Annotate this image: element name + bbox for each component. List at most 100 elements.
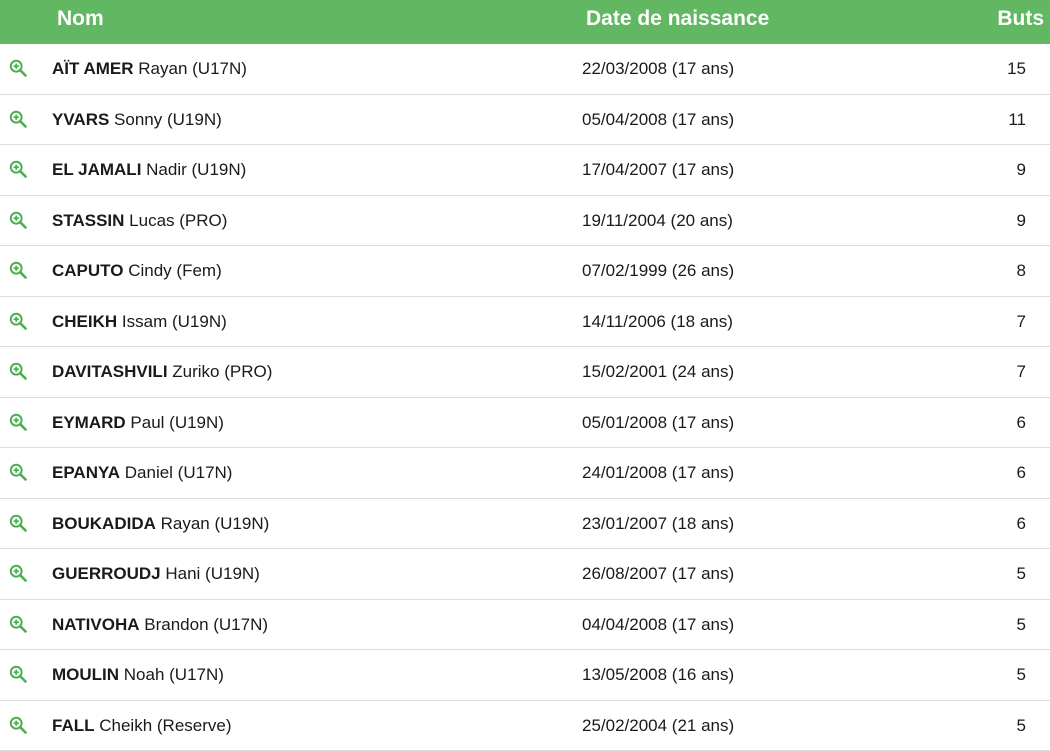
player-name: CHEIKH Issam (U19N) [52,312,227,332]
player-last-name: EPANYA [52,463,120,482]
player-name: NATIVOHA Brandon (U17N) [52,615,268,635]
player-last-name: MOULIN [52,665,119,684]
player-birthdate: 24/01/2008 (17 ans) [582,463,734,483]
player-goals: 7 [1017,312,1026,332]
player-last-name: EYMARD [52,413,126,432]
table-row: CAPUTO Cindy (Fem) 07/02/1999 (26 ans) 8 [0,246,1050,297]
player-goals: 5 [1017,716,1026,736]
zoom-in-icon[interactable] [9,211,27,229]
player-first-name-team: Sonny (U19N) [114,110,222,129]
player-birthdate: 14/11/2006 (18 ans) [582,312,733,332]
player-birthdate: 26/08/2007 (17 ans) [582,564,734,584]
player-first-name-team: Rayan (U19N) [161,514,270,533]
player-goals: 5 [1017,665,1026,685]
player-name: DAVITASHVILI Zuriko (PRO) [52,362,272,382]
player-first-name-team: Cindy (Fem) [128,261,222,280]
player-name: EPANYA Daniel (U17N) [52,463,232,483]
table-row: YVARS Sonny (U19N) 05/04/2008 (17 ans) 1… [0,95,1050,146]
table-row: AÏT AMER Rayan (U17N) 22/03/2008 (17 ans… [0,44,1050,95]
zoom-in-icon[interactable] [9,261,27,279]
zoom-in-icon[interactable] [9,716,27,734]
player-last-name: EL JAMALI [52,160,141,179]
zoom-in-icon[interactable] [9,413,27,431]
zoom-in-icon[interactable] [9,514,27,532]
player-last-name: CHEIKH [52,312,117,331]
player-birthdate: 07/02/1999 (26 ans) [582,261,734,281]
table-row: STASSIN Lucas (PRO) 19/11/2004 (20 ans) … [0,196,1050,247]
zoom-in-icon[interactable] [9,615,27,633]
player-name: CAPUTO Cindy (Fem) [52,261,222,281]
zoom-in-icon[interactable] [9,312,27,330]
player-last-name: AÏT AMER [52,59,134,78]
scorers-table: Nom Date de naissance Buts AÏT AMER Raya… [0,0,1050,751]
zoom-in-icon[interactable] [9,463,27,481]
player-name: STASSIN Lucas (PRO) [52,211,227,231]
player-first-name-team: Rayan (U17N) [138,59,247,78]
player-last-name: BOUKADIDA [52,514,156,533]
player-first-name-team: Lucas (PRO) [129,211,227,230]
player-first-name-team: Cheikh (Reserve) [99,716,231,735]
zoom-in-icon[interactable] [9,564,27,582]
zoom-in-icon[interactable] [9,110,27,128]
player-last-name: STASSIN [52,211,124,230]
table-row: EL JAMALI Nadir (U19N) 17/04/2007 (17 an… [0,145,1050,196]
player-name: GUERROUDJ Hani (U19N) [52,564,260,584]
table-row: NATIVOHA Brandon (U17N) 04/04/2008 (17 a… [0,600,1050,651]
player-name: FALL Cheikh (Reserve) [52,716,232,736]
zoom-in-icon[interactable] [9,665,27,683]
player-birthdate: 23/01/2007 (18 ans) [582,514,734,534]
player-goals: 15 [1007,59,1026,79]
player-first-name-team: Nadir (U19N) [146,160,246,179]
player-goals: 8 [1017,261,1026,281]
table-row: EYMARD Paul (U19N) 05/01/2008 (17 ans) 6 [0,398,1050,449]
player-last-name: GUERROUDJ [52,564,161,583]
player-name: MOULIN Noah (U17N) [52,665,224,685]
player-birthdate: 04/04/2008 (17 ans) [582,615,734,635]
player-first-name-team: Issam (U19N) [122,312,227,331]
player-birthdate: 19/11/2004 (20 ans) [582,211,733,231]
player-goals: 5 [1017,564,1026,584]
player-birthdate: 17/04/2007 (17 ans) [582,160,734,180]
player-birthdate: 13/05/2008 (16 ans) [582,665,734,685]
player-name: BOUKADIDA Rayan (U19N) [52,514,269,534]
player-first-name-team: Brandon (U17N) [144,615,268,634]
player-birthdate: 05/04/2008 (17 ans) [582,110,734,130]
table-header: Nom Date de naissance Buts [0,0,1050,44]
table-row: DAVITASHVILI Zuriko (PRO) 15/02/2001 (24… [0,347,1050,398]
player-last-name: FALL [52,716,95,735]
table-body: AÏT AMER Rayan (U17N) 22/03/2008 (17 ans… [0,44,1050,751]
column-header-birthdate[interactable]: Date de naissance [586,7,769,31]
player-first-name-team: Hani (U19N) [165,564,259,583]
player-name: YVARS Sonny (U19N) [52,110,222,130]
column-header-name[interactable]: Nom [57,7,104,31]
zoom-in-icon[interactable] [9,362,27,380]
player-goals: 9 [1017,211,1026,231]
table-row: CHEIKH Issam (U19N) 14/11/2006 (18 ans) … [0,297,1050,348]
player-last-name: DAVITASHVILI [52,362,168,381]
player-last-name: NATIVOHA [52,615,140,634]
player-first-name-team: Paul (U19N) [130,413,224,432]
table-row: MOULIN Noah (U17N) 13/05/2008 (16 ans) 5 [0,650,1050,701]
player-goals: 6 [1017,463,1026,483]
zoom-in-icon[interactable] [9,59,27,77]
column-header-goals[interactable]: Buts [997,7,1044,31]
player-last-name: YVARS [52,110,109,129]
zoom-in-icon[interactable] [9,160,27,178]
player-name: EL JAMALI Nadir (U19N) [52,160,246,180]
player-first-name-team: Daniel (U17N) [125,463,233,482]
table-row: EPANYA Daniel (U17N) 24/01/2008 (17 ans)… [0,448,1050,499]
player-first-name-team: Zuriko (PRO) [172,362,272,381]
player-birthdate: 25/02/2004 (21 ans) [582,716,734,736]
player-goals: 11 [1008,110,1026,130]
player-goals: 5 [1017,615,1026,635]
player-goals: 6 [1017,413,1026,433]
player-birthdate: 05/01/2008 (17 ans) [582,413,734,433]
player-goals: 9 [1017,160,1026,180]
player-birthdate: 22/03/2008 (17 ans) [582,59,734,79]
player-birthdate: 15/02/2001 (24 ans) [582,362,734,382]
player-goals: 6 [1017,514,1026,534]
table-row: BOUKADIDA Rayan (U19N) 23/01/2007 (18 an… [0,499,1050,550]
player-name: EYMARD Paul (U19N) [52,413,224,433]
player-goals: 7 [1017,362,1026,382]
player-first-name-team: Noah (U17N) [124,665,224,684]
